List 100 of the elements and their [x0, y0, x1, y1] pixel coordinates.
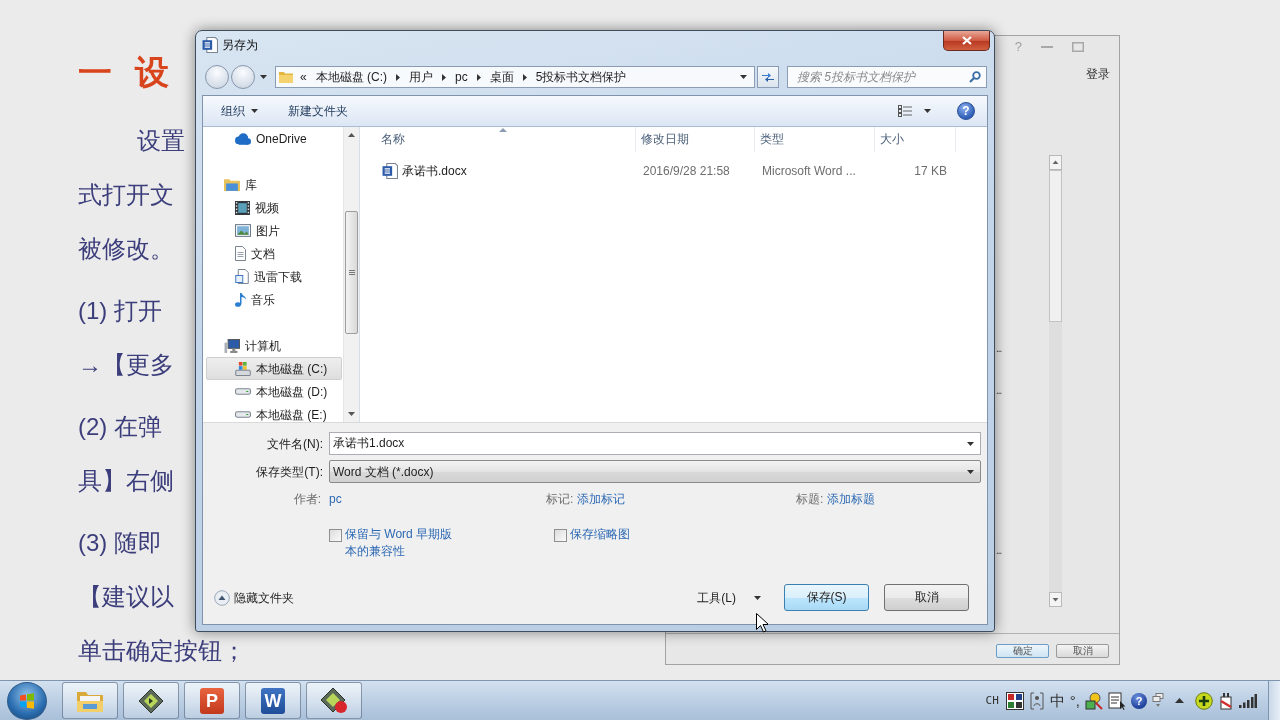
word-document-icon — [382, 162, 398, 179]
nav-item[interactable]: 图片 — [206, 219, 342, 242]
column-header[interactable]: 名称 — [371, 127, 636, 152]
scrollbar[interactable] — [1049, 155, 1062, 607]
breadcrumb-arrow-icon[interactable] — [476, 73, 481, 81]
organize-button[interactable]: 组织 — [213, 100, 266, 122]
close-button[interactable] — [943, 31, 990, 51]
show-desktop-button[interactable] — [1268, 681, 1280, 720]
taskbar-button[interactable] — [123, 682, 179, 719]
dialog-button[interactable]: 保存(S) — [784, 584, 869, 611]
login-link[interactable]: 登录 — [1086, 66, 1110, 82]
search-field[interactable]: 搜索 5投标书文档保护 — [787, 66, 987, 88]
checkbox-label[interactable]: 保存缩略图 — [570, 526, 630, 543]
dialog-button[interactable]: 取消 — [1056, 644, 1109, 658]
start-button[interactable] — [7, 681, 47, 720]
caret-icon — [754, 595, 761, 600]
grip-icon — [348, 270, 355, 275]
plug-icon[interactable] — [1218, 691, 1234, 710]
caret-up-icon[interactable] — [1175, 698, 1184, 703]
back-button[interactable] — [205, 65, 229, 89]
new-folder-button[interactable]: 新建文件夹 — [280, 100, 356, 122]
document-icon — [235, 246, 246, 261]
help-button[interactable]: ? — [1131, 692, 1147, 709]
column-header[interactable]: 修改日期 — [636, 127, 755, 152]
file-type-dropdown[interactable]: Word 文档 (*.docx) — [329, 460, 981, 483]
input-mode-indicator[interactable]: 中 — [1049, 692, 1065, 709]
nav-item[interactable]: 迅雷下载 — [206, 265, 342, 288]
picture-icon — [235, 224, 251, 237]
property-value[interactable]: pc — [329, 492, 342, 506]
window-title: 另存为 — [222, 37, 258, 53]
forward-button[interactable] — [231, 65, 255, 89]
caret-icon — [967, 469, 974, 474]
cloud-icon — [235, 132, 251, 145]
caret-icon — [251, 109, 258, 113]
nav-item[interactable]: 库 — [206, 173, 342, 196]
hide-folders-button[interactable]: 隐藏文件夹 — [214, 589, 294, 606]
plus-icon[interactable] — [1195, 691, 1213, 710]
file-name[interactable]: 承诺书.docx — [402, 163, 467, 178]
breadcrumb-item[interactable]: pc — [455, 70, 468, 84]
taskbar-button[interactable]: W — [245, 682, 301, 719]
checkbox[interactable] — [329, 529, 342, 542]
checkbox[interactable] — [554, 529, 567, 542]
taskbar-button[interactable]: P — [184, 682, 240, 719]
breadcrumb-arrow-icon[interactable] — [442, 73, 446, 81]
caret-icon — [924, 109, 931, 113]
scrollbar-thumb[interactable] — [1049, 170, 1062, 322]
bracket-figure-icon[interactable] — [1028, 691, 1045, 710]
scroll-up-icon[interactable] — [1049, 155, 1062, 170]
drive-icon — [235, 388, 251, 395]
property-value[interactable]: 添加标记 — [577, 492, 626, 506]
caret-icon — [740, 75, 747, 79]
signal-icon[interactable] — [1239, 693, 1257, 708]
breadcrumb-arrow-icon[interactable] — [522, 73, 527, 81]
caret-icon — [260, 75, 267, 79]
caret-icon — [967, 442, 974, 446]
color-grid-icon[interactable] — [1005, 691, 1024, 710]
nav-item[interactable]: 本地磁盘 (E:) — [206, 403, 342, 422]
column-header[interactable]: 类型 — [755, 127, 875, 152]
language-indicator[interactable]: CH — [985, 692, 999, 709]
scroll-down-icon[interactable] — [1049, 592, 1062, 607]
scroll-down-icon[interactable] — [348, 412, 355, 416]
nav-item[interactable]: 本地磁盘 (D:) — [206, 380, 342, 403]
taskbar-button[interactable] — [306, 682, 362, 719]
scrollbar-thumb[interactable] — [345, 211, 358, 334]
scrollbar[interactable] — [343, 127, 359, 422]
property-value[interactable]: 添加标题 — [827, 492, 876, 506]
nav-item[interactable]: 文档 — [206, 242, 342, 265]
app-icon: W — [261, 687, 285, 714]
breadcrumb-item[interactable]: 桌面 — [489, 70, 514, 84]
nav-item[interactable]: 本地磁盘 (C:) — [206, 357, 342, 380]
breadcrumb-item[interactable]: 用户 — [409, 70, 433, 84]
dialog-button[interactable]: 确定 — [996, 644, 1049, 658]
tools-button[interactable]: 工具(L) — [689, 586, 769, 609]
document-icon — [202, 37, 218, 53]
scroll-up-icon[interactable] — [348, 133, 355, 137]
notepad-icon[interactable] — [1108, 691, 1126, 710]
shapes-icon[interactable] — [1085, 691, 1103, 710]
punctuation-indicator[interactable]: °, — [1069, 692, 1080, 709]
breadcrumb-item[interactable]: 本地磁盘 (C:) — [315, 70, 387, 84]
checkbox-label[interactable]: 保留与 Word 早期版本的兼容性 — [345, 526, 459, 560]
slide-text-line: 【建议以 — [78, 584, 174, 610]
computer-icon — [224, 338, 240, 353]
breadcrumb-overflow[interactable]: « — [300, 70, 307, 84]
breadcrumb-arrow-icon[interactable] — [396, 73, 400, 81]
search-icon[interactable] — [969, 71, 981, 83]
nav-item[interactable]: OneDrive — [206, 127, 342, 150]
slide-text-line: 设置 — [137, 128, 185, 154]
dialog-button[interactable]: 取消 — [884, 584, 969, 611]
nav-item[interactable]: 音乐 — [206, 288, 342, 311]
refresh-button[interactable] — [757, 66, 779, 88]
stacked-windows-icon[interactable] — [1152, 692, 1164, 709]
diamond-icon — [138, 687, 164, 714]
property-label: 标记: — [546, 492, 574, 506]
address-bar[interactable]: « 本地磁盘 (C:) 用户 pc 桌面 5投标书文档保护 — [275, 66, 755, 88]
nav-item[interactable]: 计算机 — [206, 334, 342, 357]
slide-text-line: 式打开文 — [78, 182, 174, 208]
column-header[interactable]: 大小 — [875, 127, 956, 152]
breadcrumb-item[interactable]: 5投标书文档保护 — [535, 70, 627, 84]
nav-item[interactable]: 视频 — [206, 196, 342, 219]
file-name-field[interactable]: 承诺书1.docx — [329, 432, 981, 455]
